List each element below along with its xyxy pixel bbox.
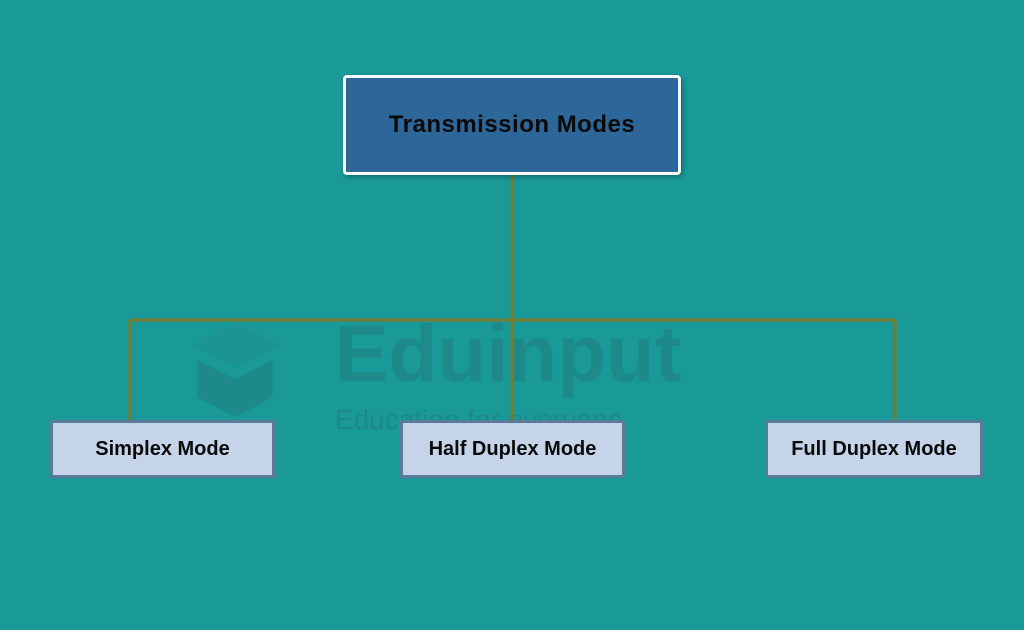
child-node-full-duplex: Full Duplex Mode bbox=[765, 420, 983, 478]
watermark-text: Eduinput Education for everyone bbox=[335, 314, 682, 436]
child-label: Full Duplex Mode bbox=[791, 438, 957, 461]
root-label: Transmission Modes bbox=[389, 111, 635, 139]
child-node-half-duplex: Half Duplex Mode bbox=[400, 420, 625, 478]
child-label: Simplex Mode bbox=[95, 438, 229, 461]
child-node-simplex: Simplex Mode bbox=[50, 420, 275, 478]
root-node: Transmission Modes bbox=[343, 75, 681, 175]
watermark-title: Eduinput bbox=[335, 314, 682, 394]
child-label: Half Duplex Mode bbox=[429, 438, 597, 461]
